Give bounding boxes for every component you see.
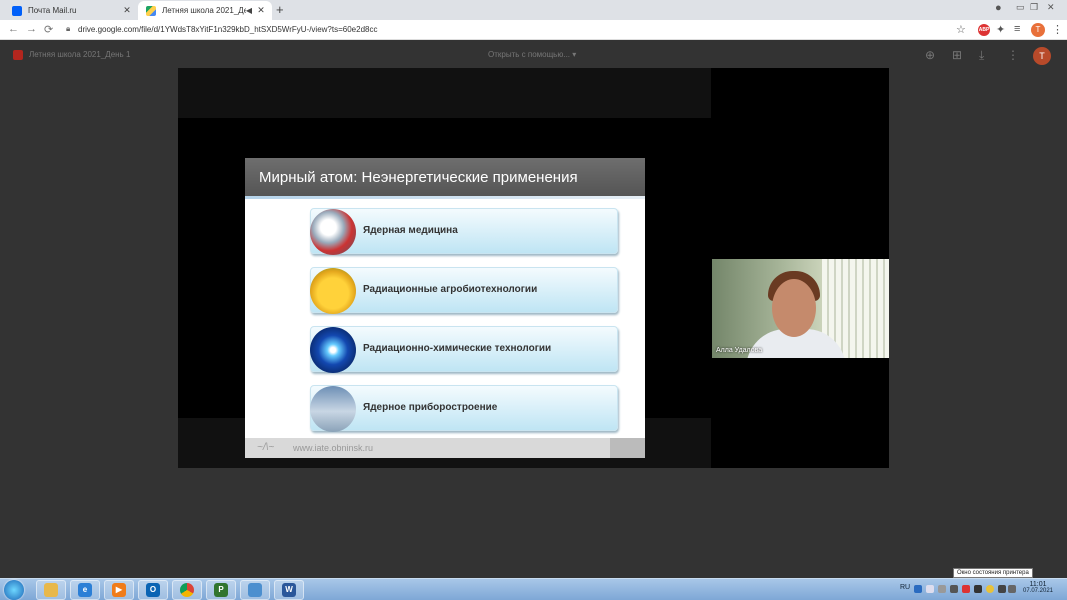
volume-icon[interactable] [1008,585,1016,593]
taskbar-project[interactable]: P [206,580,236,600]
system-clock[interactable]: 11:01 07.07.2021 [1018,581,1058,594]
taskbar-ie[interactable]: e [70,580,100,600]
mail-favicon-icon [12,5,22,16]
tray-arrow-icon[interactable] [926,585,934,593]
comment-icon[interactable]: ⊞ [952,48,962,62]
taskbar-word[interactable]: W [274,580,304,600]
record-icon[interactable]: ● [995,2,1002,14]
more-options-icon[interactable]: ⋮ [1007,48,1019,62]
language-indicator[interactable]: RU [900,584,910,591]
item-label: Радиационно-химические технологии [363,343,552,354]
presentation-slide: Мирный атом: Неэнергетические применения… [245,158,645,458]
reading-list-icon[interactable]: ≡ [1014,23,1020,35]
taskbar-media[interactable]: ▶ [104,580,134,600]
new-tab-button[interactable]: + [276,2,284,17]
tab-title: Летняя школа 2021_День 1 [162,6,246,15]
chrome-icon [180,583,194,597]
item-label: Радиационные агробиотехнологии [363,284,538,295]
taskbar-outlook[interactable]: O [138,580,168,600]
display-tray-icon[interactable] [998,585,1006,593]
printer-tray-icon[interactable] [938,585,946,593]
participant-name: Алла Удалова [716,347,763,354]
media-player-icon: ▶ [112,583,126,597]
list-item: Радиационные агробиотехнологии [310,267,618,314]
restore-button[interactable]: ❐ [1030,2,1038,13]
help-tray-icon[interactable] [914,585,922,593]
chevron-down-icon: ▾ [572,50,577,59]
add-to-drive-icon[interactable]: ⊕ [925,48,935,62]
slide-title: Мирный атом: Неэнергетические применения [259,169,578,186]
antivirus-tray-icon[interactable] [962,585,970,593]
clock-time: 11:01 [1029,581,1047,588]
participant-face [772,279,816,337]
file-type-icon [13,50,23,60]
medicine-icon [310,209,356,255]
item-label: Ядерное приборостроение [363,402,498,413]
list-item: Ядерная медицина [310,208,618,255]
slide-footer: ~/\~ www.iate.obninsk.ru [245,438,645,458]
viewer-profile-avatar[interactable]: T [1033,47,1051,65]
folder-icon [44,583,58,597]
menu-icon[interactable]: ⋮ [1052,23,1063,36]
clock-date: 07.07.2021 [1022,588,1054,594]
open-with-dropdown[interactable]: Открыть с помощью... ▾ [488,50,576,59]
taskbar-explorer[interactable] [36,580,66,600]
update-tray-icon[interactable] [986,585,994,593]
slide-header: Мирный атом: Неэнергетические применения [245,158,645,196]
taskbar-chrome[interactable] [172,580,202,600]
reload-button[interactable]: ⟳ [44,23,53,36]
speaker-icon[interactable]: ◀ [246,6,252,15]
tab-title: Почта Mail.ru [28,6,77,15]
drive-favicon-icon [146,5,156,16]
item-label: Ядерная медицина [363,225,458,236]
participant-video[interactable]: Алла Удалова [712,259,889,358]
file-title: Летняя школа 2021_День 1 [29,50,131,59]
start-button[interactable] [4,580,24,600]
screen: Почта Mail.ru ✕ Летняя школа 2021_День 1… [0,0,1067,600]
close-window-button[interactable]: ✕ [1047,2,1055,13]
bookmark-star-icon[interactable]: ☆ [956,23,966,36]
forward-button[interactable]: → [26,23,37,35]
extensions-icon[interactable]: ✦ [996,23,1005,36]
tab-drive[interactable]: Летняя школа 2021_День 1 ◀ ✕ [138,1,272,20]
profile-avatar[interactable]: T [1031,23,1045,37]
adblock-icon[interactable]: ABP [978,24,990,36]
back-button[interactable]: ← [8,23,19,35]
project-icon: P [214,583,228,597]
pineapple-icon [310,268,356,314]
printer-status-tooltip: Окно состояния принтера [953,568,1033,578]
institute-logo: ~/\~ [257,442,275,453]
radiation-chemistry-icon [310,327,356,373]
close-tab-icon[interactable]: ✕ [120,5,134,16]
slide-divider [245,196,645,199]
url-bar[interactable]: drive.google.com/file/d/1YWdsT8xYitF1n32… [78,25,377,34]
footer-block [610,438,645,458]
list-item: Ядерное приборостроение [310,385,618,432]
ie-icon: e [78,583,92,597]
lock-icon[interactable]: 🔒︎ [66,24,70,34]
outlook-icon: O [146,583,160,597]
minimize-button[interactable]: ▭ [1016,2,1025,13]
close-tab-icon[interactable]: ✕ [254,5,268,16]
address-toolbar: ← → ⟳ 🔒︎ drive.google.com/file/d/1YWdsT8… [0,20,1067,40]
open-with-label: Открыть с помощью... [488,50,571,59]
taskbar-snip[interactable] [240,580,270,600]
list-item: Радиационно-химические технологии [310,326,618,373]
tab-strip: Почта Mail.ru ✕ Летняя школа 2021_День 1… [0,0,1067,20]
flag-tray-icon[interactable] [974,585,982,593]
instrument-icon [310,386,356,432]
taskbar: e ▶ O P W RU 11:01 07.07.2021 [0,578,1067,600]
footer-url: www.iate.obninsk.ru [293,443,374,453]
network-tray-icon[interactable] [950,585,958,593]
snipping-tool-icon [248,583,262,597]
tab-mail[interactable]: Почта Mail.ru ✕ [4,1,138,20]
word-icon: W [282,583,296,597]
download-icon[interactable]: ⤓ [979,48,984,63]
